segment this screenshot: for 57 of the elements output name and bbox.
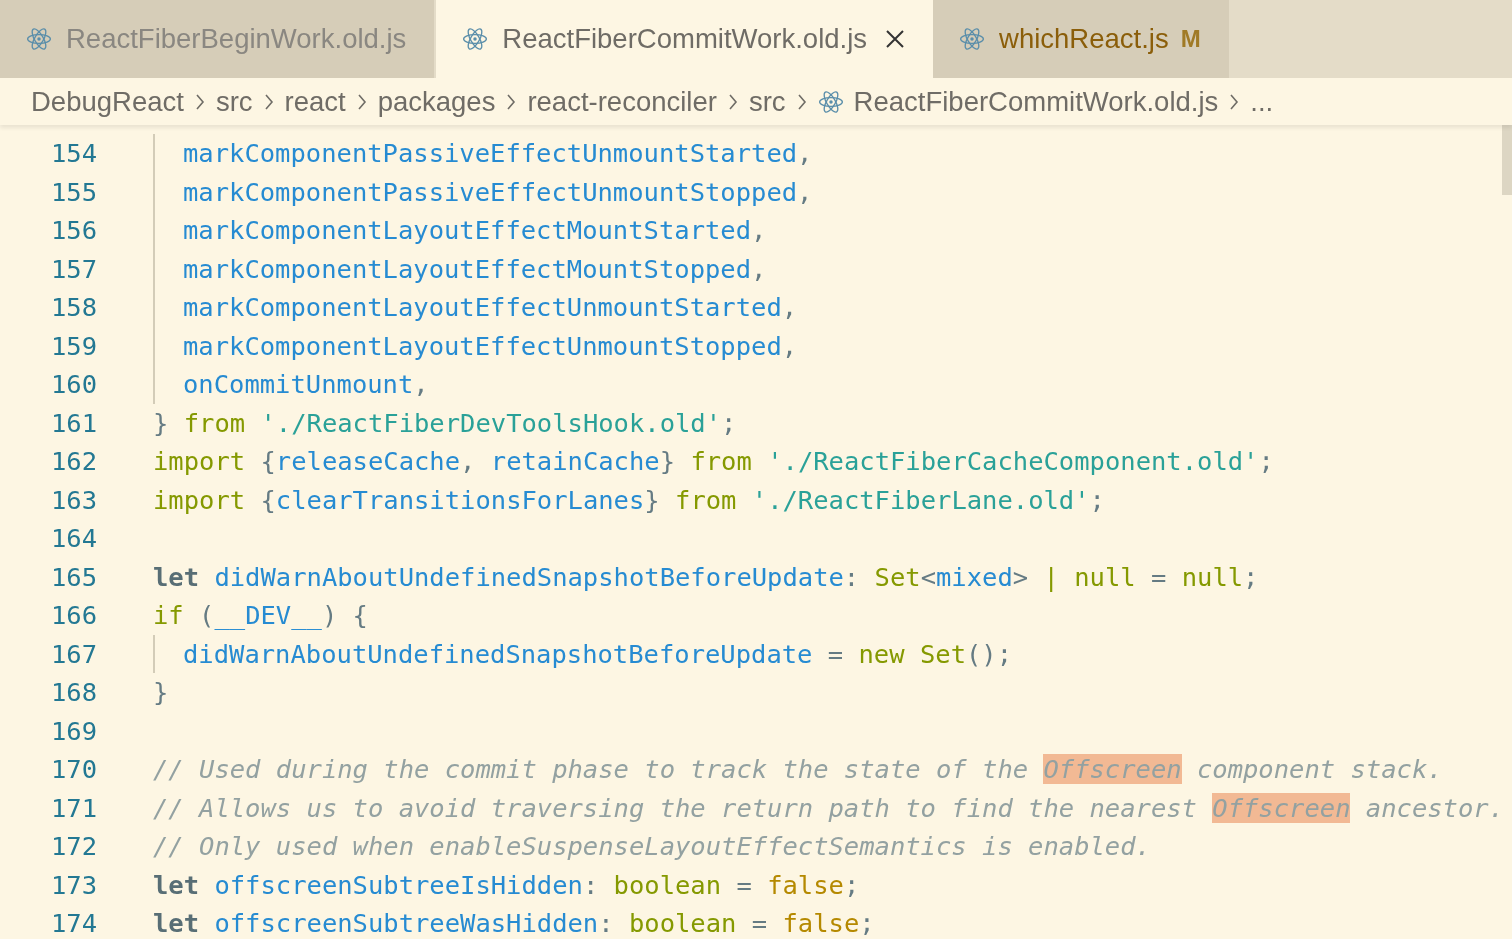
line-number: 157 [49,252,97,286]
line-number: 165 [49,560,97,594]
line-number: 161 [49,406,97,440]
code-line: markComponentPassiveEffectUnmountStarted, [183,137,813,171]
scrollbar-thumb[interactable] [1502,125,1512,195]
code-line: // Used during the commit phase to track the state of the Offscreen component stack. [153,753,1443,787]
atom-icon [817,88,844,115]
atom-icon [462,26,489,52]
breadcrumb-item[interactable]: react-reconciler [527,80,717,123]
code-line: markComponentPassiveEffectUnmountStopped, [183,175,813,209]
line-number: 163 [49,483,97,517]
editor-tab[interactable]: ReactFiberCommitWork.old.js [436,0,934,78]
atom-icon [959,26,986,52]
line-number: 154 [49,137,97,171]
code-line: didWarnAboutUndefinedSnapshotBeforeUpdate = new Set(); [183,637,1013,671]
line-number: 156 [49,214,97,248]
code-line: let offscreenSubtreeIsHidden: boolean = false; [153,868,860,902]
line-number: 172 [49,830,97,864]
breadcrumb-item[interactable]: src [748,80,786,123]
code-line: markComponentLayoutEffectMountStopped, [183,252,767,286]
line-number: 159 [49,329,97,363]
line-number: 173 [49,868,97,902]
atom-icon [26,26,52,52]
line-number: 170 [49,753,97,787]
line-number: 171 [49,791,97,825]
line-number: 166 [49,599,97,633]
code-line: if (__DEV__) { [153,599,368,633]
editor-tab[interactable]: whichReact.js M [933,0,1229,78]
line-number: 158 [49,291,97,325]
line-number: 162 [49,445,97,479]
breadcrumb-item[interactable]: ReactFiberCommitWork.old.js [853,80,1219,123]
line-number: 169 [49,714,97,748]
code-line: } [153,676,169,710]
breadcrumb-item[interactable]: packages [377,80,496,123]
breadcrumb-item[interactable]: src [215,80,253,123]
line-number: 155 [49,175,97,209]
code-line: markComponentLayoutEffectUnmountStarted, [183,291,798,325]
breadcrumb-item[interactable]: ... [1250,80,1274,123]
line-number: 164 [49,522,97,556]
code-line: // Allows us to avoid traversing the return path to find the nearest Offscreen ancestor. [153,791,1504,825]
code-line: markComponentLayoutEffectUnmountStopped, [183,329,798,363]
code-line: onCommitUnmount, [183,368,429,402]
line-number: 168 [49,676,97,710]
code-line: // Only used when enableSuspenseLayoutEffectSemantics is enabled. [153,830,1151,864]
line-number: 167 [49,637,97,671]
code-line: markComponentLayoutEffectMountStarted, [183,214,767,248]
line-number: 160 [49,368,97,402]
code-line: import {releaseCache, retainCache} from './ReactFiberCacheComponent.old'; [153,445,1274,479]
code-line: } from './ReactFiberDevToolsHook.old'; [153,406,737,440]
modified-status-text: M [1180,24,1201,54]
close-icon[interactable] [885,29,906,49]
code-line: import {clearTransitionsForLanes} from './ReactFiberLane.old'; [153,483,1105,517]
code-line: let didWarnAboutUndefinedSnapshotBeforeUpdate: Set<mixed> | null = null; [153,560,1259,594]
line-number: 174 [49,907,97,939]
code-line: let offscreenSubtreeWasHidden: boolean = false; [153,907,875,939]
breadcrumb-item[interactable]: DebugReact [31,80,184,123]
breadcrumb-item[interactable]: react [284,80,346,123]
